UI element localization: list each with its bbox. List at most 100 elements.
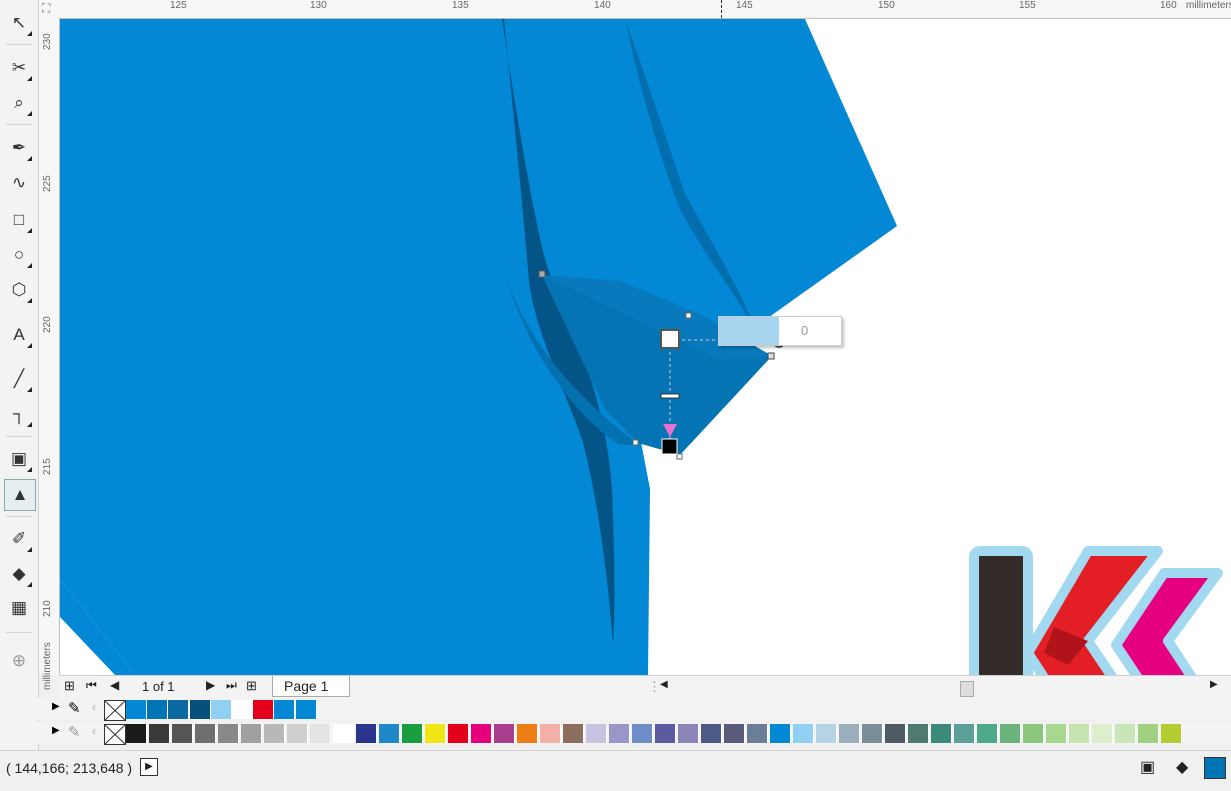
shape-tool-button[interactable]: ↖ [4, 8, 34, 38]
palette-scroll-left-icon[interactable]: ‹ [92, 700, 96, 714]
last-page-icon[interactable]: ⏭ [226, 678, 237, 693]
color-swatch[interactable] [977, 724, 998, 743]
ruler-origin-icon[interactable]: ⛶ [42, 1, 50, 16]
color-swatch[interactable] [1092, 724, 1113, 743]
color-swatch[interactable] [540, 724, 561, 743]
status-flyout-button[interactable]: ▶ [140, 758, 158, 776]
color-swatch[interactable] [1069, 724, 1090, 743]
color-swatch[interactable] [678, 724, 699, 743]
horizontal-ruler[interactable]: ⛶ 125 130 135 140 145 150 155 160 millim… [38, 0, 1231, 19]
color-swatch[interactable] [563, 724, 584, 743]
fill-color-indicator[interactable] [1204, 757, 1226, 779]
color-swatch[interactable] [931, 724, 952, 743]
no-color-swatch[interactable] [104, 724, 126, 745]
palette-scroll-left-icon[interactable]: ‹ [92, 724, 96, 738]
color-swatch[interactable] [471, 724, 492, 743]
prev-page-icon[interactable]: ◀ [110, 678, 119, 692]
color-swatch[interactable] [218, 724, 239, 743]
text-tool-button[interactable]: A [4, 320, 34, 350]
color-swatch[interactable] [333, 724, 354, 743]
color-swatch[interactable] [310, 724, 331, 743]
dimension-tool-button[interactable]: ╱ [4, 364, 34, 394]
color-swatch[interactable] [253, 700, 275, 719]
transparency-value-box[interactable]: 0 [718, 316, 842, 346]
scroll-left-icon[interactable]: ◀ [660, 679, 668, 690]
drawing-canvas[interactable]: 0 [60, 19, 1231, 675]
color-swatch[interactable] [189, 700, 211, 719]
tab-page-1[interactable]: Page 1 [272, 676, 350, 697]
color-swatch[interactable] [1046, 724, 1067, 743]
color-swatch[interactable] [839, 724, 860, 743]
color-swatch[interactable] [287, 724, 308, 743]
rectangle-tool-button[interactable]: □ [4, 205, 34, 235]
color-swatch[interactable] [295, 700, 317, 719]
vertical-ruler[interactable]: 230 225 220 215 210 millimeters [38, 18, 60, 690]
color-swatch[interactable] [264, 724, 285, 743]
color-swatch[interactable] [147, 700, 169, 719]
color-swatch[interactable] [448, 724, 469, 743]
color-swatch[interactable] [793, 724, 814, 743]
crop-tool-button[interactable]: ✂ [4, 53, 34, 83]
color-swatch[interactable] [954, 724, 975, 743]
color-swatch[interactable] [379, 724, 400, 743]
color-swatch[interactable] [274, 700, 296, 719]
color-swatch[interactable] [632, 724, 653, 743]
color-swatch[interactable] [1023, 724, 1044, 743]
color-swatch[interactable] [517, 724, 538, 743]
add-page-before-icon[interactable]: ⊞ [64, 678, 75, 694]
add-page-after-icon[interactable]: ⊞ [246, 678, 257, 694]
ellipse-tool-button[interactable]: ○ [4, 240, 34, 270]
color-proof-icon[interactable]: ▣ [1140, 757, 1155, 777]
connector-tool-button[interactable]: ┐ [4, 399, 34, 429]
mesh-fill-button[interactable]: ▦ [4, 593, 34, 623]
first-page-icon[interactable]: ⏮ [86, 678, 97, 693]
color-swatch[interactable] [494, 724, 515, 743]
color-swatch[interactable] [149, 724, 170, 743]
color-swatch[interactable] [402, 724, 423, 743]
color-swatch[interactable] [232, 700, 253, 719]
color-swatch[interactable] [1138, 724, 1159, 743]
pen-tool-button[interactable]: ✒ [4, 133, 34, 163]
palette-eyedropper-icon[interactable]: ✎ [68, 699, 81, 717]
palette-eyedropper-icon[interactable]: ✎ [68, 723, 81, 741]
interactive-fill-button[interactable]: ▲ [4, 479, 36, 511]
color-swatch[interactable] [701, 724, 722, 743]
polygon-tool-button[interactable]: ⬡ [4, 275, 34, 305]
color-swatch[interactable] [747, 724, 768, 743]
color-swatch[interactable] [172, 724, 193, 743]
mesh-fill-icon: ▦ [10, 598, 28, 617]
color-swatch[interactable] [655, 724, 676, 743]
color-swatch[interactable] [724, 724, 745, 743]
zoom-tool-button[interactable]: ⌕ [4, 88, 34, 118]
color-swatch[interactable] [126, 700, 147, 719]
color-swatch[interactable] [1000, 724, 1021, 743]
drop-shadow-tool-button[interactable]: ▣ [4, 444, 34, 474]
color-swatch[interactable] [195, 724, 216, 743]
color-swatch[interactable] [586, 724, 607, 743]
color-swatch[interactable] [1161, 724, 1182, 743]
color-swatch[interactable] [770, 724, 791, 743]
color-swatch[interactable] [425, 724, 446, 743]
color-swatch[interactable] [126, 724, 147, 743]
color-swatch[interactable] [356, 724, 377, 743]
scroll-right-icon[interactable]: ▶ [1210, 679, 1218, 690]
color-swatch[interactable] [885, 724, 906, 743]
color-swatch[interactable] [816, 724, 837, 743]
palette-flyout-icon[interactable]: ▶ [52, 701, 60, 712]
horizontal-scrollbar-thumb[interactable] [960, 681, 974, 697]
color-swatch[interactable] [908, 724, 929, 743]
palette-flyout-icon[interactable]: ▶ [52, 725, 60, 736]
next-page-icon[interactable]: ▶ [206, 678, 215, 692]
fill-bucket-icon[interactable]: ◆ [1176, 757, 1188, 777]
color-swatch[interactable] [609, 724, 630, 743]
add-tool-button[interactable]: ⊕ [4, 646, 34, 676]
color-swatch[interactable] [210, 700, 232, 719]
artistic-media-button[interactable]: ∿ [4, 168, 34, 198]
color-swatch[interactable] [168, 700, 190, 719]
color-swatch[interactable] [1115, 724, 1136, 743]
no-color-swatch[interactable] [104, 700, 126, 721]
color-swatch[interactable] [862, 724, 883, 743]
smart-fill-button[interactable]: ◆ [4, 559, 34, 589]
color-swatch[interactable] [241, 724, 262, 743]
eyedropper-tool-button[interactable]: ✐ [4, 524, 34, 554]
